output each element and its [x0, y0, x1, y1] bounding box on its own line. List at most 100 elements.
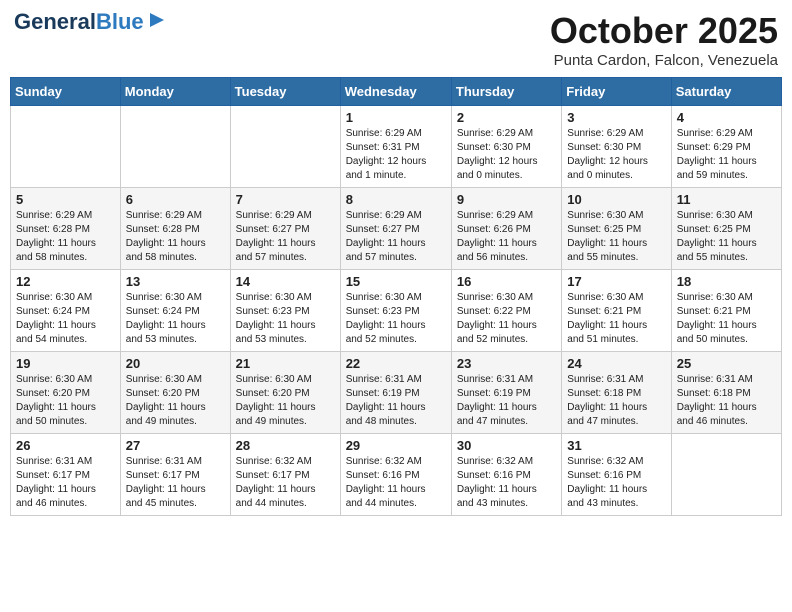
day-number: 26	[16, 438, 115, 453]
calendar-cell: 5Sunrise: 6:29 AM Sunset: 6:28 PM Daylig…	[11, 188, 121, 270]
calendar-cell: 7Sunrise: 6:29 AM Sunset: 6:27 PM Daylig…	[230, 188, 340, 270]
day-info: Sunrise: 6:31 AM Sunset: 6:19 PM Dayligh…	[346, 373, 446, 429]
calendar-cell: 29Sunrise: 6:32 AM Sunset: 6:16 PM Dayli…	[340, 434, 451, 516]
day-number: 20	[126, 356, 225, 371]
calendar-week-5: 26 Sunrise: 6:31 AM Sunset: 6:17 PM Dayli…	[11, 434, 782, 516]
calendar-cell: 15 Sunrise: 6:30 AM Sunset: 6:23 PM Dayli…	[340, 270, 451, 352]
day-number: 28	[236, 438, 335, 453]
calendar-cell: 14 Sunrise: 6:30 AM Sunset: 6:23 PM Dayli…	[230, 270, 340, 352]
day-info: Sunrise: 6:30 AM Sunset: 6:20 PM Dayligh…	[236, 373, 335, 429]
logo-text: GeneralBlue	[14, 10, 144, 34]
day-number: 18	[677, 274, 776, 289]
day-info: Sunrise: 6:30 AM Sunset: 6:22 PM Dayligh…	[457, 291, 556, 347]
day-info: Sunrise: 6:30 AM Sunset: 6:21 PM Dayligh…	[567, 291, 665, 347]
title-block: October 2025 Punta Cardon, Falcon, Venez…	[550, 10, 778, 69]
day-number: 9	[457, 192, 556, 207]
day-info: Sunrise: 6:30 AM Sunset: 6:20 PM Dayligh…	[16, 373, 115, 429]
column-header-tuesday: Tuesday	[230, 78, 340, 106]
day-number: 2	[457, 110, 556, 125]
day-info: Sunrise: 6:31 AM Sunset: 6:19 PM Dayligh…	[457, 373, 556, 429]
calendar-cell: 13Sunrise: 6:30 AM Sunset: 6:24 PM Dayli…	[120, 270, 230, 352]
column-header-friday: Friday	[562, 78, 671, 106]
column-header-wednesday: Wednesday	[340, 78, 451, 106]
calendar-cell: 25 Sunrise: 6:31 AM Sunset: 6:18 PM Dayli…	[671, 352, 781, 434]
calendar-cell: 11Sunrise: 6:30 AM Sunset: 6:25 PM Dayli…	[671, 188, 781, 270]
month-title: October 2025	[550, 10, 778, 52]
day-number: 11	[677, 192, 776, 207]
day-info: Sunrise: 6:30 AM Sunset: 6:23 PM Dayligh…	[236, 291, 335, 347]
day-info: Sunrise: 6:29 AM Sunset: 6:27 PM Dayligh…	[346, 209, 446, 265]
logo: GeneralBlue	[14, 10, 168, 34]
day-number: 27	[126, 438, 225, 453]
calendar-week-1: 1 Sunrise: 6:29 AM Sunset: 6:31 PM Daylig…	[11, 106, 782, 188]
day-number: 1	[346, 110, 446, 125]
day-number: 29	[346, 438, 446, 453]
day-info: Sunrise: 6:31 AM Sunset: 6:18 PM Dayligh…	[567, 373, 665, 429]
day-number: 7	[236, 192, 335, 207]
day-info: Sunrise: 6:32 AM Sunset: 6:16 PM Dayligh…	[457, 455, 556, 511]
calendar-cell: 3 Sunrise: 6:29 AM Sunset: 6:30 PM Daylig…	[562, 106, 671, 188]
day-info: Sunrise: 6:30 AM Sunset: 6:25 PM Dayligh…	[567, 209, 665, 265]
day-number: 6	[126, 192, 225, 207]
day-info: Sunrise: 6:32 AM Sunset: 6:16 PM Dayligh…	[567, 455, 665, 511]
day-info: Sunrise: 6:30 AM Sunset: 6:23 PM Dayligh…	[346, 291, 446, 347]
calendar-cell: 22Sunrise: 6:31 AM Sunset: 6:19 PM Dayli…	[340, 352, 451, 434]
day-info: Sunrise: 6:29 AM Sunset: 6:28 PM Dayligh…	[126, 209, 225, 265]
calendar-cell: 8 Sunrise: 6:29 AM Sunset: 6:27 PM Daylig…	[340, 188, 451, 270]
day-info: Sunrise: 6:29 AM Sunset: 6:28 PM Dayligh…	[16, 209, 115, 265]
page-header: GeneralBlue October 2025 Punta Cardon, F…	[10, 10, 782, 69]
column-header-monday: Monday	[120, 78, 230, 106]
calendar-cell: 4 Sunrise: 6:29 AM Sunset: 6:29 PM Daylig…	[671, 106, 781, 188]
column-header-saturday: Saturday	[671, 78, 781, 106]
day-number: 21	[236, 356, 335, 371]
logo-arrow-icon	[146, 9, 168, 31]
day-info: Sunrise: 6:29 AM Sunset: 6:31 PM Dayligh…	[346, 127, 446, 183]
day-number: 10	[567, 192, 665, 207]
calendar-cell: 20 Sunrise: 6:30 AM Sunset: 6:20 PM Dayli…	[120, 352, 230, 434]
calendar-header-row: SundayMondayTuesdayWednesdayThursdayFrid…	[11, 78, 782, 106]
day-number: 3	[567, 110, 665, 125]
calendar-cell: 31 Sunrise: 6:32 AM Sunset: 6:16 PM Dayli…	[562, 434, 671, 516]
day-info: Sunrise: 6:29 AM Sunset: 6:30 PM Dayligh…	[457, 127, 556, 183]
calendar-cell: 19 Sunrise: 6:30 AM Sunset: 6:20 PM Dayli…	[11, 352, 121, 434]
day-number: 15	[346, 274, 446, 289]
calendar-cell: 26 Sunrise: 6:31 AM Sunset: 6:17 PM Dayli…	[11, 434, 121, 516]
calendar-cell	[671, 434, 781, 516]
calendar-cell: 28 Sunrise: 6:32 AM Sunset: 6:17 PM Dayli…	[230, 434, 340, 516]
calendar-cell: 21 Sunrise: 6:30 AM Sunset: 6:20 PM Dayli…	[230, 352, 340, 434]
day-info: Sunrise: 6:30 AM Sunset: 6:21 PM Dayligh…	[677, 291, 776, 347]
calendar-cell: 12Sunrise: 6:30 AM Sunset: 6:24 PM Dayli…	[11, 270, 121, 352]
day-number: 25	[677, 356, 776, 371]
calendar-cell	[230, 106, 340, 188]
day-info: Sunrise: 6:31 AM Sunset: 6:17 PM Dayligh…	[16, 455, 115, 511]
day-number: 31	[567, 438, 665, 453]
day-number: 14	[236, 274, 335, 289]
calendar-cell: 23Sunrise: 6:31 AM Sunset: 6:19 PM Dayli…	[451, 352, 561, 434]
calendar-cell: 16Sunrise: 6:30 AM Sunset: 6:22 PM Dayli…	[451, 270, 561, 352]
calendar-cell: 10 Sunrise: 6:30 AM Sunset: 6:25 PM Dayli…	[562, 188, 671, 270]
day-number: 4	[677, 110, 776, 125]
day-number: 17	[567, 274, 665, 289]
day-info: Sunrise: 6:29 AM Sunset: 6:26 PM Dayligh…	[457, 209, 556, 265]
day-info: Sunrise: 6:30 AM Sunset: 6:20 PM Dayligh…	[126, 373, 225, 429]
day-info: Sunrise: 6:29 AM Sunset: 6:29 PM Dayligh…	[677, 127, 776, 183]
day-number: 8	[346, 192, 446, 207]
calendar-cell: 2 Sunrise: 6:29 AM Sunset: 6:30 PM Daylig…	[451, 106, 561, 188]
calendar-cell	[120, 106, 230, 188]
column-header-thursday: Thursday	[451, 78, 561, 106]
day-number: 13	[126, 274, 225, 289]
location: Punta Cardon, Falcon, Venezuela	[550, 52, 778, 69]
calendar-cell: 30 Sunrise: 6:32 AM Sunset: 6:16 PM Dayli…	[451, 434, 561, 516]
day-info: Sunrise: 6:31 AM Sunset: 6:18 PM Dayligh…	[677, 373, 776, 429]
calendar-cell: 24 Sunrise: 6:31 AM Sunset: 6:18 PM Dayli…	[562, 352, 671, 434]
calendar-cell	[11, 106, 121, 188]
day-number: 24	[567, 356, 665, 371]
calendar-week-2: 5Sunrise: 6:29 AM Sunset: 6:28 PM Daylig…	[11, 188, 782, 270]
calendar-cell: 9 Sunrise: 6:29 AM Sunset: 6:26 PM Daylig…	[451, 188, 561, 270]
day-number: 30	[457, 438, 556, 453]
day-number: 19	[16, 356, 115, 371]
day-info: Sunrise: 6:32 AM Sunset: 6:17 PM Dayligh…	[236, 455, 335, 511]
day-info: Sunrise: 6:29 AM Sunset: 6:30 PM Dayligh…	[567, 127, 665, 183]
calendar-cell: 1 Sunrise: 6:29 AM Sunset: 6:31 PM Daylig…	[340, 106, 451, 188]
calendar-week-3: 12Sunrise: 6:30 AM Sunset: 6:24 PM Dayli…	[11, 270, 782, 352]
